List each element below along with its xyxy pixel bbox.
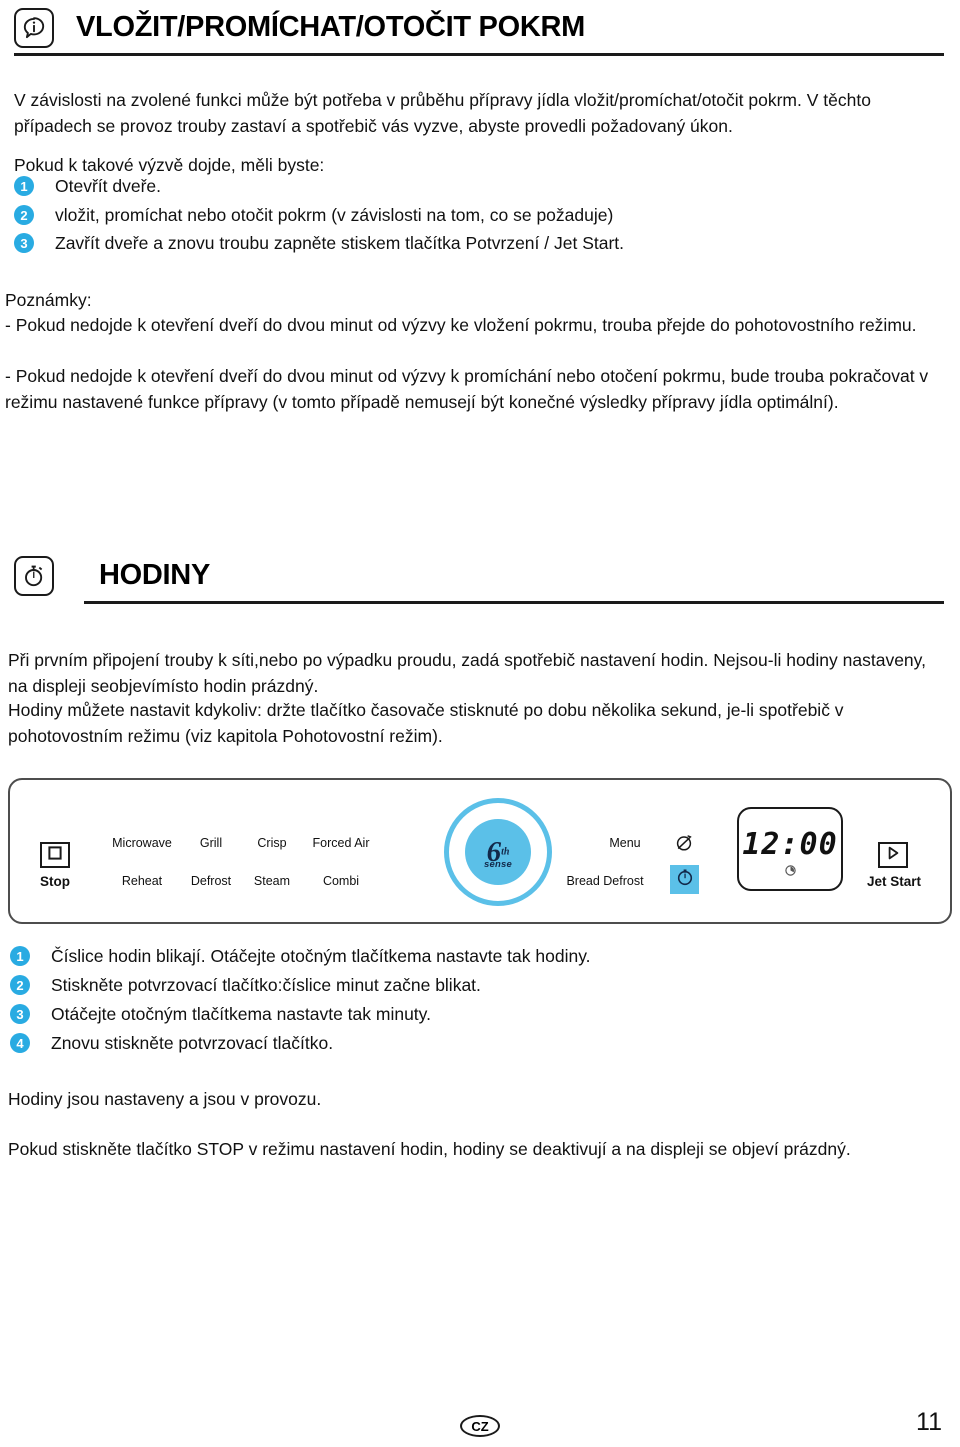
function-label-reheat[interactable]: Reheat bbox=[94, 874, 190, 888]
crossed-circle-icon[interactable] bbox=[670, 830, 698, 856]
step-text: Otevřít dveře. bbox=[55, 176, 162, 196]
section-divider-2 bbox=[84, 601, 944, 604]
stop-button[interactable] bbox=[40, 842, 70, 868]
list-item: 1 Otevřít dveře. bbox=[14, 176, 946, 197]
intro-paragraph: V závislosti na zvolené funkci může být … bbox=[14, 90, 871, 136]
clock-indicator-icon bbox=[784, 864, 797, 877]
note-1: - Pokud nedojde k otevření dveří do dvou… bbox=[5, 315, 917, 335]
menu-label[interactable]: Menu bbox=[580, 836, 670, 850]
square-stop-icon bbox=[48, 845, 62, 865]
steps-list-clock: 1 Číslice hodin blikají. Otáčejte otočný… bbox=[10, 946, 942, 1056]
bread-defrost-label[interactable]: Bread Defrost bbox=[540, 874, 670, 888]
lcd-display: 12:00 bbox=[737, 807, 843, 891]
timer-icon bbox=[675, 867, 695, 892]
section-header-insert-stir-turn: VLOŽIT/PROMÍCHAT/OTOČIT POKRM bbox=[14, 8, 585, 48]
intro-paragraph-2: Pokud k takové výzvě dojde, měli byste: bbox=[14, 155, 325, 175]
step-badge: 4 bbox=[10, 1033, 30, 1053]
jet-start-button[interactable] bbox=[878, 842, 908, 868]
step-text: Otáčejte otočným tlačítkema nastavte tak… bbox=[51, 1004, 431, 1024]
section-divider-1 bbox=[14, 53, 944, 56]
control-panel-diagram: Stop Microwave Grill Crisp Forced Air Re… bbox=[8, 778, 952, 924]
list-item: 4 Znovu stiskněte potvrzovací tlačítko. bbox=[10, 1033, 942, 1054]
list-item: 1 Číslice hodin blikají. Otáčejte otočný… bbox=[10, 946, 942, 967]
stop-label: Stop bbox=[40, 874, 70, 889]
notes-label: Poznámky: bbox=[5, 290, 92, 310]
clock-paragraph-2: Hodiny můžete nastavit kdykoliv: držte t… bbox=[8, 700, 844, 746]
clock-closing-1: Hodiny jsou nastaveny a jsou v provozu. bbox=[8, 1089, 322, 1109]
steps-list-insert: 1 Otevřít dveře. 2 vložit, promíchat neb… bbox=[14, 176, 946, 256]
list-item: 2 Stiskněte potvrzovací tlačítko:číslice… bbox=[10, 975, 942, 996]
bread-defrost-button[interactable] bbox=[670, 865, 699, 894]
step-badge: 2 bbox=[14, 205, 34, 225]
list-item: 3 Zavřít dveře a znovu troubu zapněte st… bbox=[14, 233, 946, 254]
function-label-grill[interactable]: Grill bbox=[178, 836, 244, 850]
step-badge: 3 bbox=[10, 1004, 30, 1024]
function-label-microwave[interactable]: Microwave bbox=[94, 836, 190, 850]
section-header-clock: HODINY bbox=[14, 556, 210, 596]
sixth-sense-th: th bbox=[501, 846, 510, 858]
play-triangle-icon bbox=[885, 845, 901, 866]
function-label-defrost[interactable]: Defrost bbox=[178, 874, 244, 888]
info-bubble-icon bbox=[14, 8, 54, 48]
step-badge: 2 bbox=[10, 975, 30, 995]
step-text: vložit, promíchat nebo otočit pokrm (v z… bbox=[55, 205, 614, 225]
step-text: Znovu stiskněte potvrzovací tlačítko. bbox=[51, 1033, 334, 1053]
stopwatch-icon bbox=[14, 556, 54, 596]
manual-page: VLOŽIT/PROMÍCHAT/OTOČIT POKRM V závislos… bbox=[0, 0, 960, 1447]
sixth-sense-word: sense bbox=[484, 859, 512, 870]
locale-badge: CZ bbox=[460, 1415, 500, 1437]
clock-paragraph-1: Při prvním připojení trouby k síti,nebo … bbox=[8, 650, 926, 696]
note-2: - Pokud nedojde k otevření dveří do dvou… bbox=[5, 366, 929, 412]
function-label-forced-air[interactable]: Forced Air bbox=[296, 836, 386, 850]
step-badge: 3 bbox=[14, 233, 34, 253]
jet-start-label: Jet Start bbox=[866, 874, 922, 889]
list-item: 3 Otáčejte otočným tlačítkema nastavte t… bbox=[10, 1004, 942, 1025]
sixth-sense-knob-center[interactable]: 6th sense bbox=[465, 819, 531, 885]
step-text: Číslice hodin blikají. Otáčejte otočným … bbox=[51, 946, 591, 966]
clock-closing-2: Pokud stiskněte tlačítko STOP v režimu n… bbox=[8, 1139, 851, 1159]
step-badge: 1 bbox=[10, 946, 30, 966]
page-number: 11 bbox=[916, 1408, 942, 1436]
step-text: Stiskněte potvrzovací tlačítko:číslice m… bbox=[51, 975, 481, 995]
step-text: Zavřít dveře a znovu troubu zapněte stis… bbox=[55, 233, 625, 253]
function-label-combi[interactable]: Combi bbox=[296, 874, 386, 888]
clock-section-title: HODINY bbox=[99, 559, 210, 591]
page-title: VLOŽIT/PROMÍCHAT/OTOČIT POKRM bbox=[76, 11, 585, 43]
list-item: 2 vložit, promíchat nebo otočit pokrm (v… bbox=[14, 205, 946, 226]
step-badge: 1 bbox=[14, 176, 34, 196]
display-time: 12:00 bbox=[742, 826, 838, 862]
sixth-sense-logo: 6th sense bbox=[484, 837, 512, 870]
